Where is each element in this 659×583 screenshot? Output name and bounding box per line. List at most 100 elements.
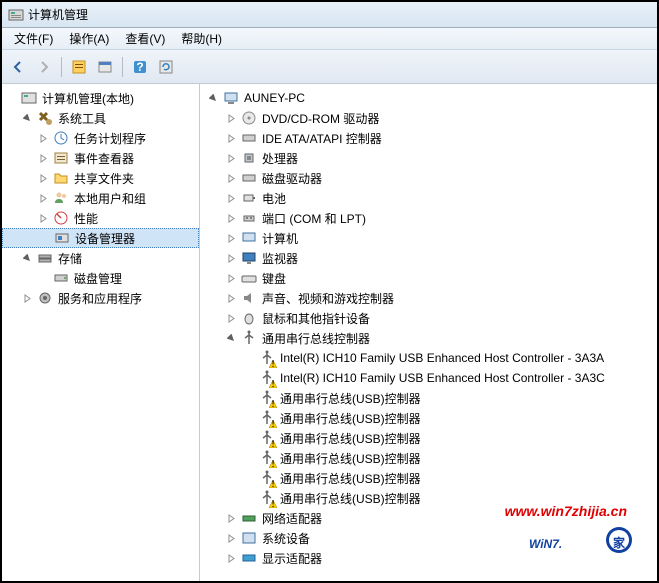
expand-icon[interactable] xyxy=(224,291,238,305)
expander-icon[interactable] xyxy=(242,431,256,445)
tree-task-scheduler[interactable]: 任务计划程序 xyxy=(2,128,199,148)
usb-device-icon: ! xyxy=(259,470,275,486)
cpu-icon xyxy=(241,150,257,166)
device-usb-item[interactable]: ! Intel(R) ICH10 Family USB Enhanced Host… xyxy=(200,348,657,368)
menu-action[interactable]: 操作(A) xyxy=(61,30,117,47)
expand-icon[interactable] xyxy=(36,151,50,165)
expand-icon[interactable] xyxy=(224,111,238,125)
tree-label: 端口 (COM 和 LPT) xyxy=(260,210,368,227)
collapse-icon[interactable] xyxy=(224,331,238,345)
expand-icon[interactable] xyxy=(36,191,50,205)
collapse-icon[interactable] xyxy=(20,251,34,265)
tree-label: 共享文件夹 xyxy=(72,170,136,187)
tree-label: 通用串行总线(USB)控制器 xyxy=(278,470,423,487)
expand-icon[interactable] xyxy=(224,531,238,545)
tree-label: 本地用户和组 xyxy=(72,190,148,207)
menu-help[interactable]: 帮助(H) xyxy=(173,30,230,47)
tree-services-apps[interactable]: 服务和应用程序 xyxy=(2,288,199,308)
device-mouse[interactable]: 鼠标和其他指针设备 xyxy=(200,308,657,328)
forward-button[interactable] xyxy=(32,55,56,79)
tree-label: 通用串行总线(USB)控制器 xyxy=(278,490,423,507)
show-hide-tree-button[interactable] xyxy=(67,55,91,79)
device-usb-item[interactable]: !通用串行总线(USB)控制器 xyxy=(200,468,657,488)
device-battery[interactable]: 电池 xyxy=(200,188,657,208)
expand-icon[interactable] xyxy=(20,291,34,305)
expander-icon[interactable] xyxy=(242,391,256,405)
tree-label: 显示适配器 xyxy=(260,550,324,567)
tree-label: 电池 xyxy=(260,190,288,207)
tree-system-tools[interactable]: 系统工具 xyxy=(2,108,199,128)
tree-local-users[interactable]: 本地用户和组 xyxy=(2,188,199,208)
menu-file[interactable]: 文件(F) xyxy=(6,30,61,47)
expander-icon[interactable] xyxy=(36,271,50,285)
expander-icon[interactable] xyxy=(242,351,256,365)
tree-label: DVD/CD-ROM 驱动器 xyxy=(260,110,381,127)
collapse-icon[interactable] xyxy=(20,111,34,125)
network-icon xyxy=(241,510,257,526)
tree-disk-mgmt[interactable]: 磁盘管理 xyxy=(2,268,199,288)
expander-icon[interactable] xyxy=(37,231,51,245)
expander-icon[interactable] xyxy=(4,91,18,105)
device-dvd[interactable]: DVD/CD-ROM 驱动器 xyxy=(200,108,657,128)
expand-icon[interactable] xyxy=(224,511,238,525)
tree-shared-folders[interactable]: 共享文件夹 xyxy=(2,168,199,188)
expander-icon[interactable] xyxy=(242,371,256,385)
watermark-logo: WiN7. 家 xyxy=(527,522,637,565)
computer-mgmt-icon xyxy=(21,90,37,106)
expand-icon[interactable] xyxy=(36,211,50,225)
device-usb-item[interactable]: !通用串行总线(USB)控制器 xyxy=(200,448,657,468)
expand-icon[interactable] xyxy=(224,211,238,225)
expand-icon[interactable] xyxy=(224,271,238,285)
device-cpu[interactable]: 处理器 xyxy=(200,148,657,168)
expander-icon[interactable] xyxy=(242,451,256,465)
expander-icon[interactable] xyxy=(242,411,256,425)
tree-device-manager[interactable]: 设备管理器 xyxy=(2,228,199,248)
device-sound[interactable]: 声音、视频和游戏控制器 xyxy=(200,288,657,308)
tree-root-computer-mgmt[interactable]: 计算机管理(本地) xyxy=(2,88,199,108)
device-usb-item[interactable]: !通用串行总线(USB)控制器 xyxy=(200,388,657,408)
device-mgr-icon xyxy=(54,230,70,246)
expander-icon[interactable] xyxy=(242,471,256,485)
tree-performance[interactable]: 性能 xyxy=(2,208,199,228)
expand-icon[interactable] xyxy=(36,131,50,145)
device-ide[interactable]: IDE ATA/ATAPI 控制器 xyxy=(200,128,657,148)
expand-icon[interactable] xyxy=(36,171,50,185)
usb-device-icon: ! xyxy=(259,490,275,506)
device-computer[interactable]: 计算机 xyxy=(200,228,657,248)
collapse-icon[interactable] xyxy=(206,91,220,105)
device-usb-controllers[interactable]: 通用串行总线控制器 xyxy=(200,328,657,348)
ide-icon xyxy=(241,130,257,146)
expand-icon[interactable] xyxy=(224,251,238,265)
expand-icon[interactable] xyxy=(224,551,238,565)
tree-storage[interactable]: 存储 xyxy=(2,248,199,268)
refresh-button[interactable] xyxy=(154,55,178,79)
properties-button[interactable] xyxy=(93,55,117,79)
tree-label: 鼠标和其他指针设备 xyxy=(260,310,372,327)
expand-icon[interactable] xyxy=(224,191,238,205)
expander-icon[interactable] xyxy=(242,491,256,505)
tree-label: 任务计划程序 xyxy=(72,130,148,147)
back-button[interactable] xyxy=(6,55,30,79)
expand-icon[interactable] xyxy=(224,231,238,245)
tree-event-viewer[interactable]: 事件查看器 xyxy=(2,148,199,168)
device-usb-item[interactable]: !通用串行总线(USB)控制器 xyxy=(200,428,657,448)
display-adapter-icon xyxy=(241,550,257,566)
help-button[interactable]: ? xyxy=(128,55,152,79)
tree-label: 声音、视频和游戏控制器 xyxy=(260,290,396,307)
expand-icon[interactable] xyxy=(224,151,238,165)
expand-icon[interactable] xyxy=(224,311,238,325)
expand-icon[interactable] xyxy=(224,171,238,185)
device-ports[interactable]: 端口 (COM 和 LPT) xyxy=(200,208,657,228)
device-usb-item[interactable]: !通用串行总线(USB)控制器 xyxy=(200,408,657,428)
device-usb-item[interactable]: !Intel(R) ICH10 Family USB Enhanced Host… xyxy=(200,368,657,388)
expand-icon[interactable] xyxy=(224,131,238,145)
tree-label: Intel(R) ICH10 Family USB Enhanced Host … xyxy=(278,351,606,365)
menu-view[interactable]: 查看(V) xyxy=(117,30,173,47)
device-disk[interactable]: 磁盘驱动器 xyxy=(200,168,657,188)
svg-text:!: ! xyxy=(271,360,274,368)
navigation-tree[interactable]: 计算机管理(本地) 系统工具 任务计划程序 事件查看器 共享文件夹 本地用户和组… xyxy=(2,84,200,581)
device-monitor[interactable]: 监视器 xyxy=(200,248,657,268)
device-keyboard[interactable]: 键盘 xyxy=(200,268,657,288)
device-root[interactable]: AUNEY-PC xyxy=(200,88,657,108)
tree-label: 通用串行总线控制器 xyxy=(260,330,372,347)
